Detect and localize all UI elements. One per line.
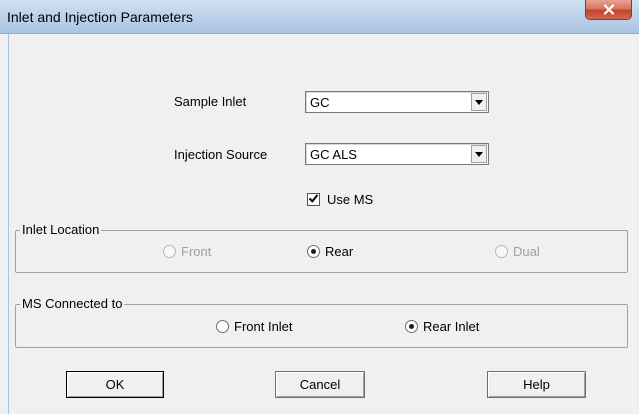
ms-connected-group: MS Connected to Front Inlet Rear Inlet <box>15 296 628 348</box>
sample-inlet-select[interactable]: GC <box>305 91 489 113</box>
checkmark-icon <box>308 191 319 209</box>
ms-connected-title: MS Connected to <box>20 296 125 311</box>
radio-ms-front-inlet[interactable] <box>216 320 229 333</box>
injection-source-select[interactable]: GC ALS <box>305 143 489 165</box>
injection-source-dropdown-button[interactable] <box>471 145 487 163</box>
sample-inlet-value: GC <box>310 95 330 110</box>
window-title: Inlet and Injection Parameters <box>7 9 193 25</box>
sample-inlet-dropdown-button[interactable] <box>471 93 487 111</box>
close-button[interactable] <box>585 0 632 20</box>
radio-selected-dot <box>409 324 414 329</box>
cancel-button[interactable]: Cancel <box>275 371 365 398</box>
injection-source-label: Injection Source <box>174 147 268 162</box>
close-icon <box>603 4 615 15</box>
radio-ms-front-inlet-label: Front Inlet <box>234 319 293 334</box>
radio-ms-rear-inlet-label: Rear Inlet <box>423 319 480 334</box>
ok-button[interactable]: OK <box>66 371 164 398</box>
radio-inlet-dual-label: Dual <box>513 244 540 259</box>
inlet-location-title: Inlet Location <box>20 222 102 237</box>
chevron-down-icon <box>475 151 483 157</box>
inlet-location-group: Inlet Location Front Rear Dual <box>15 222 628 273</box>
radio-inlet-dual[interactable] <box>495 245 508 258</box>
radio-inlet-rear[interactable] <box>307 245 320 258</box>
radio-inlet-front[interactable] <box>163 245 176 258</box>
injection-source-value: GC ALS <box>310 147 357 162</box>
radio-selected-dot <box>311 249 316 254</box>
dialog-body: Sample Inlet GC Injection Source GC ALS <box>8 34 631 414</box>
chevron-down-icon <box>475 99 483 105</box>
radio-inlet-front-label: Front <box>181 244 212 259</box>
use-ms-checkbox[interactable] <box>307 193 320 206</box>
radio-inlet-rear-label: Rear <box>325 244 354 259</box>
title-bar[interactable]: Inlet and Injection Parameters <box>0 0 639 34</box>
use-ms-label: Use MS <box>327 192 374 207</box>
sample-inlet-label: Sample Inlet <box>174 94 247 109</box>
dialog-window: Inlet and Injection Parameters Sample In… <box>0 0 639 414</box>
radio-ms-rear-inlet[interactable] <box>405 320 418 333</box>
help-button[interactable]: Help <box>487 371 586 398</box>
